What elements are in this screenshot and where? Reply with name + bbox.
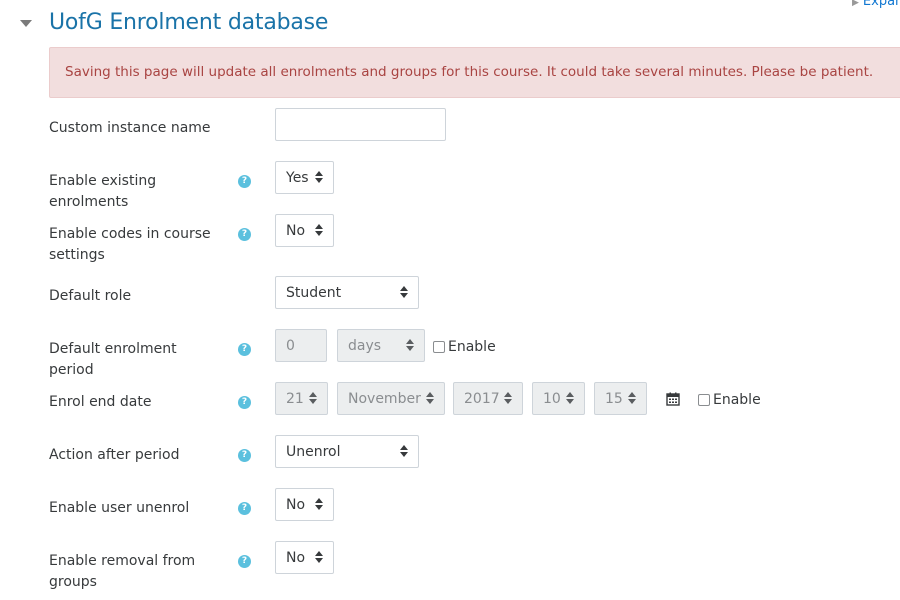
enrolment-period-enable-checkbox[interactable]: Enable bbox=[433, 339, 496, 355]
default-role-select[interactable]: Student bbox=[275, 276, 419, 309]
enable-existing-enrolments-label: Enable existing enrolments bbox=[49, 173, 157, 210]
end-date-month-select[interactable]: November bbox=[337, 382, 445, 415]
question-circle-icon[interactable]: ? bbox=[238, 396, 251, 409]
question-circle-icon[interactable]: ? bbox=[238, 555, 251, 568]
select-value: 21 bbox=[286, 390, 304, 407]
calendar-icon[interactable] bbox=[666, 392, 680, 406]
enable-user-unenrol-label: Enable user unenrol bbox=[49, 500, 190, 516]
sort-arrows-icon bbox=[426, 392, 434, 404]
sort-arrows-icon bbox=[566, 392, 574, 404]
enrol-end-date-label: Enrol end date bbox=[49, 394, 152, 410]
action-after-period-select[interactable]: Unenrol bbox=[275, 435, 419, 468]
select-value: No bbox=[286, 222, 306, 239]
enable-user-unenrol-select[interactable]: No bbox=[275, 488, 334, 521]
custom-instance-name-input[interactable] bbox=[275, 108, 446, 141]
section-title: UofG Enrolment database bbox=[49, 10, 329, 35]
section-header[interactable]: UofG Enrolment database bbox=[20, 10, 328, 35]
custom-instance-name-label: Custom instance name bbox=[49, 120, 211, 136]
select-value: No bbox=[286, 496, 306, 513]
select-value: 2017 bbox=[464, 390, 500, 407]
enrolment-period-number-input[interactable]: 0 bbox=[275, 329, 327, 362]
sort-arrows-icon bbox=[315, 498, 323, 510]
sort-arrows-icon bbox=[315, 224, 323, 236]
action-after-period-label: Action after period bbox=[49, 447, 180, 463]
expand-all-link[interactable]: ▶Expand bbox=[852, 0, 900, 9]
select-value: Yes bbox=[286, 169, 309, 186]
warning-alert: Saving this page will update all enrolme… bbox=[49, 47, 900, 98]
sort-arrows-icon bbox=[504, 392, 512, 404]
sort-arrows-icon bbox=[315, 551, 323, 563]
expand-triangle-icon: ▶ bbox=[852, 0, 859, 8]
expand-all-label: Expand bbox=[862, 0, 900, 9]
select-value: Student bbox=[286, 284, 342, 301]
select-value: Unenrol bbox=[286, 443, 341, 460]
caret-down-icon[interactable] bbox=[20, 20, 32, 27]
default-enrolment-period-label: Default enrolment period bbox=[49, 341, 177, 378]
select-value: No bbox=[286, 549, 306, 566]
sort-arrows-icon bbox=[400, 286, 408, 298]
enable-removal-from-groups-label: Enable removal from groups bbox=[49, 553, 196, 590]
end-date-minute-select[interactable]: 15 bbox=[594, 382, 647, 415]
checkbox-label: Enable bbox=[448, 339, 496, 355]
end-date-day-select[interactable]: 21 bbox=[275, 382, 328, 415]
question-circle-icon[interactable]: ? bbox=[238, 502, 251, 515]
enable-codes-label: Enable codes in course settings bbox=[49, 226, 211, 263]
sort-arrows-icon bbox=[315, 171, 323, 183]
input-value: 0 bbox=[286, 337, 295, 354]
checkbox-box[interactable] bbox=[698, 394, 710, 406]
select-value: 10 bbox=[543, 390, 561, 407]
sort-arrows-icon bbox=[309, 392, 317, 404]
end-date-enable-checkbox[interactable]: Enable bbox=[698, 392, 761, 408]
checkbox-box[interactable] bbox=[433, 341, 445, 353]
sort-arrows-icon bbox=[628, 392, 636, 404]
select-value: 15 bbox=[605, 390, 623, 407]
end-date-year-select[interactable]: 2017 bbox=[453, 382, 523, 415]
sort-arrows-icon bbox=[400, 445, 408, 457]
select-value: days bbox=[348, 337, 382, 354]
enable-codes-select[interactable]: No bbox=[275, 214, 334, 247]
question-circle-icon[interactable]: ? bbox=[238, 228, 251, 241]
enrolment-period-unit-select[interactable]: days bbox=[337, 329, 425, 362]
question-circle-icon[interactable]: ? bbox=[238, 175, 251, 188]
sort-arrows-icon bbox=[406, 339, 414, 351]
end-date-hour-select[interactable]: 10 bbox=[532, 382, 585, 415]
question-circle-icon[interactable]: ? bbox=[238, 449, 251, 462]
checkbox-label: Enable bbox=[713, 392, 761, 408]
select-value: November bbox=[348, 390, 421, 407]
default-role-label: Default role bbox=[49, 288, 132, 304]
enable-existing-enrolments-select[interactable]: Yes bbox=[275, 161, 334, 194]
enable-removal-from-groups-select[interactable]: No bbox=[275, 541, 334, 574]
question-circle-icon[interactable]: ? bbox=[238, 343, 251, 356]
